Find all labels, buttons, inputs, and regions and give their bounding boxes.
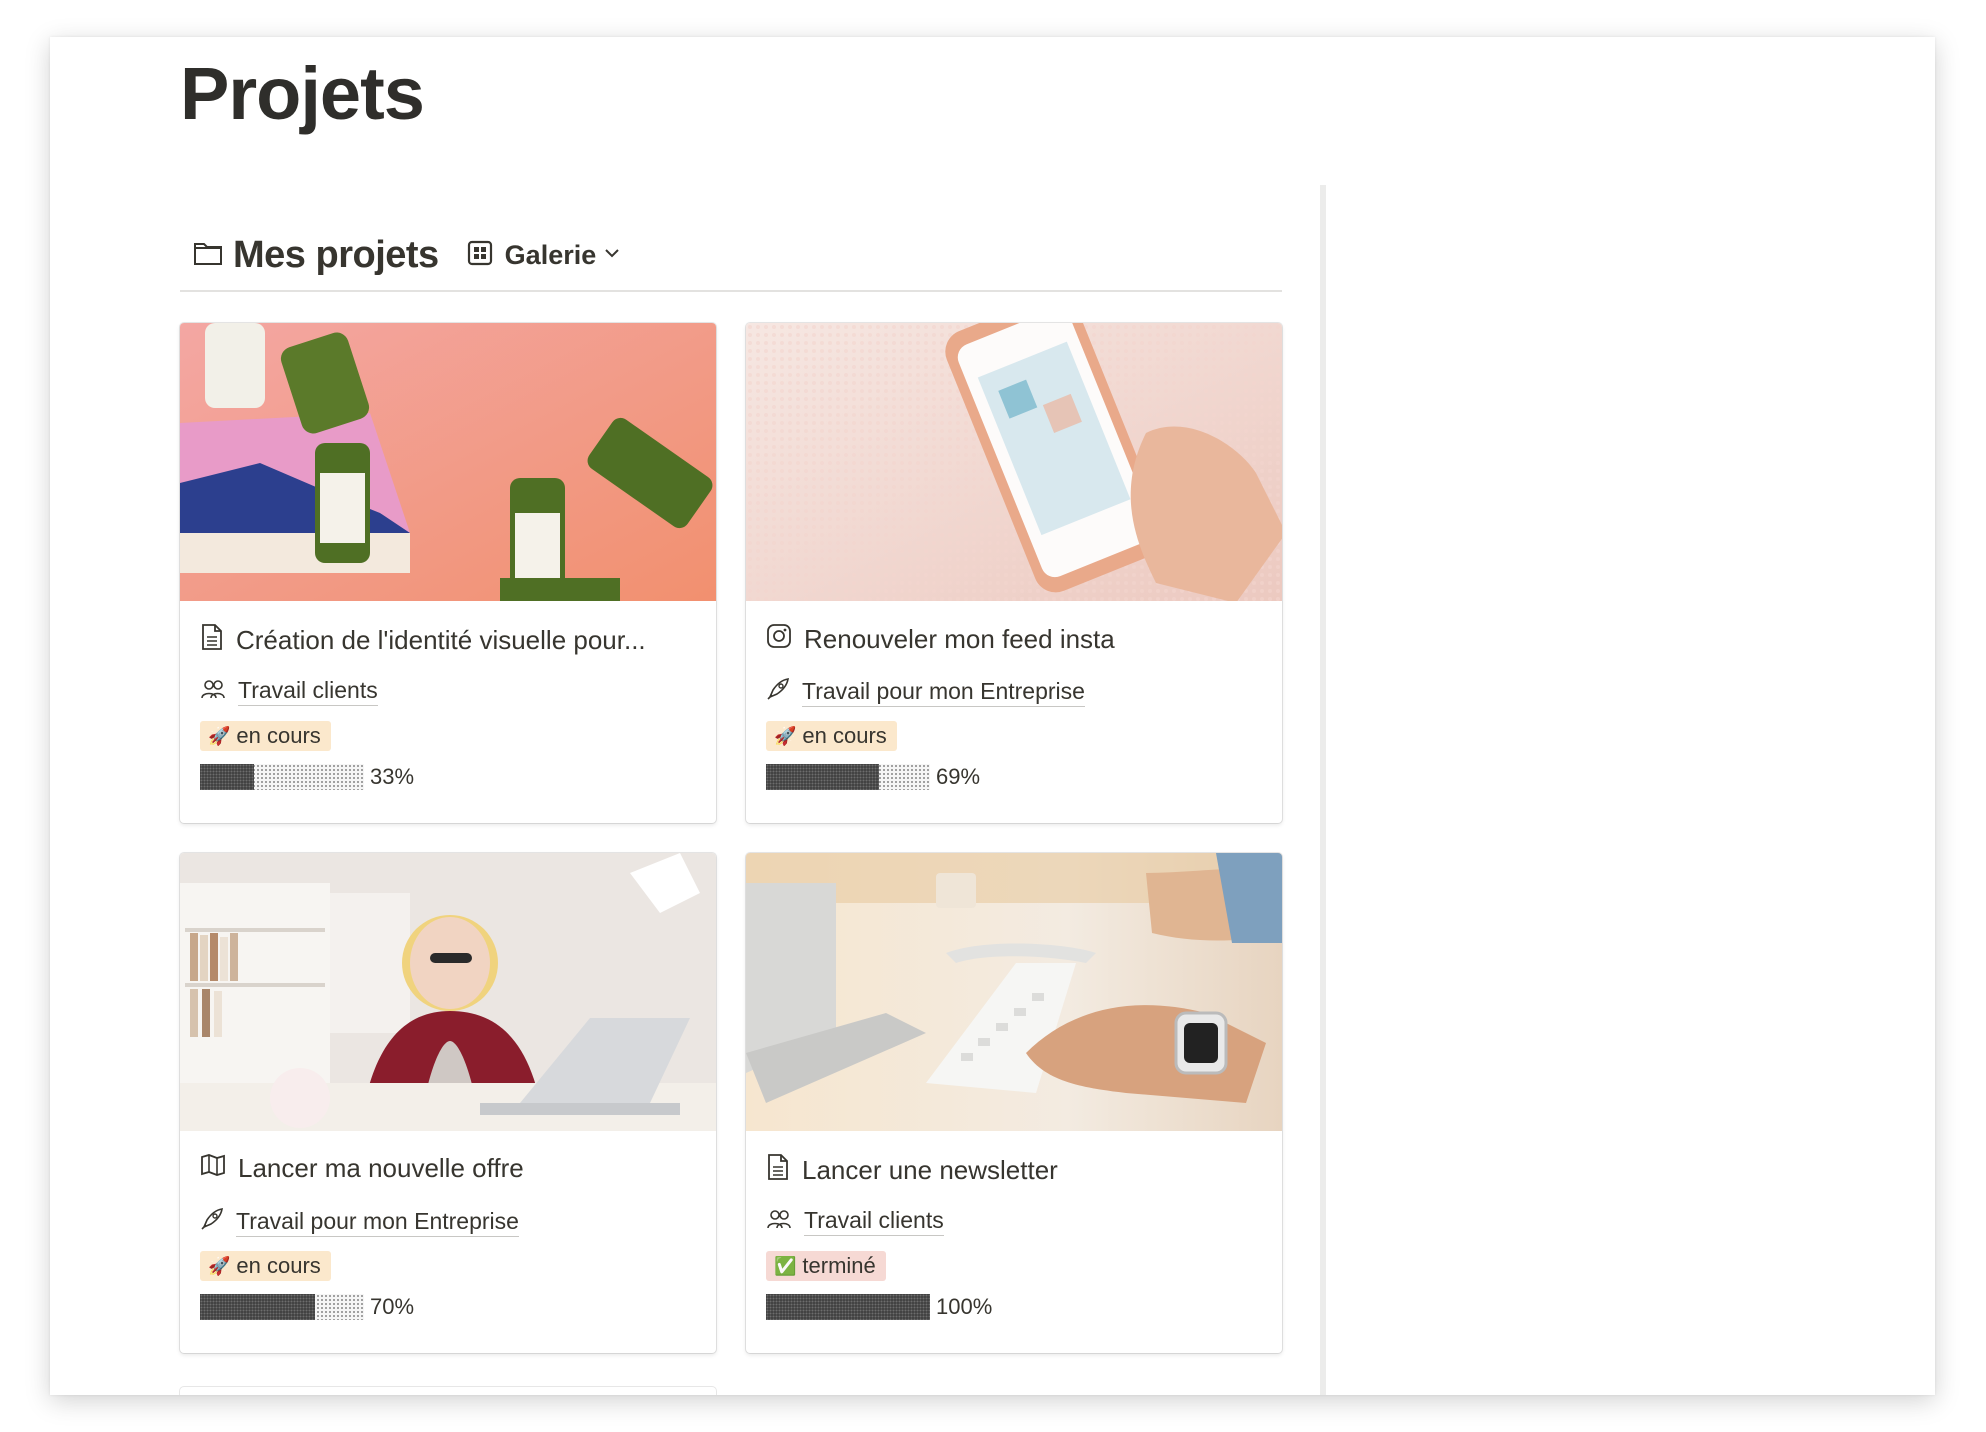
- database-header: Mes projets Galerie: [193, 225, 620, 285]
- folder-icon: [193, 240, 223, 271]
- card-cover-image: [746, 323, 1282, 601]
- progress-bar: [200, 1294, 364, 1320]
- card-relation[interactable]: Travail clients: [200, 677, 378, 706]
- people-icon: [200, 678, 226, 706]
- document-icon: [766, 1153, 790, 1188]
- database-title[interactable]: Mes projets: [233, 234, 439, 277]
- view-label: Galerie: [504, 239, 597, 270]
- card-status: 🚀 en cours: [766, 721, 897, 751]
- progress-value: 70%: [370, 1294, 415, 1319]
- rocket-emoji-icon: 🚀: [208, 1255, 231, 1276]
- page-title: Projets: [180, 52, 425, 135]
- gallery-card[interactable]: Lancer une newsletter Travail clients ✅ t…: [746, 853, 1282, 1353]
- rocket-icon: [200, 1207, 224, 1237]
- card-progress: 70%: [200, 1294, 414, 1320]
- gallery-card[interactable]: Lancer ma nouvelle offre Travail pour mo…: [180, 853, 716, 1353]
- rocket-emoji-icon: 🚀: [208, 725, 231, 746]
- people-icon: [766, 1208, 792, 1236]
- card-relation[interactable]: Travail pour mon Entreprise: [766, 677, 1085, 707]
- instagram-icon: [766, 623, 792, 656]
- card-progress: 33%: [200, 764, 414, 790]
- column-divider: [1320, 185, 1326, 1395]
- rocket-icon: [766, 677, 790, 707]
- gallery-grid-icon: [467, 240, 493, 271]
- card-status: 🚀 en cours: [200, 721, 331, 751]
- view-switcher-button[interactable]: Galerie: [467, 240, 621, 271]
- status-badge: 🚀 en cours: [200, 1251, 331, 1281]
- card-title[interactable]: Lancer une newsletter: [766, 1153, 1058, 1188]
- status-badge: 🚀 en cours: [200, 721, 331, 751]
- card-relation[interactable]: Travail pour mon Entreprise: [200, 1207, 519, 1237]
- gallery-card[interactable]: Renouveler mon feed insta Travail pour m…: [746, 323, 1282, 823]
- card-title[interactable]: Renouveler mon feed insta: [766, 623, 1115, 656]
- gallery-card[interactable]: Création de l'identité visuelle pour... …: [180, 323, 716, 823]
- chevron-down-icon: [604, 246, 620, 264]
- progress-value: 100%: [936, 1294, 993, 1319]
- card-cover-image: [180, 323, 716, 601]
- card-cover-image: [746, 853, 1282, 1131]
- status-badge: ✅ terminé: [766, 1251, 886, 1281]
- progress-bar: [766, 1294, 930, 1320]
- card-title[interactable]: Création de l'identité visuelle pour...: [200, 623, 646, 658]
- card-cover-image: [180, 853, 716, 1131]
- document-icon: [200, 623, 224, 658]
- card-progress: 100%: [766, 1294, 992, 1320]
- card-relation[interactable]: Travail clients: [766, 1207, 944, 1236]
- gallery-card-partial[interactable]: [180, 1387, 716, 1395]
- page-frame: Projets Mes projets Galerie Création de …: [50, 37, 1935, 1395]
- card-title[interactable]: Lancer ma nouvelle offre: [200, 1153, 524, 1184]
- status-badge: 🚀 en cours: [766, 721, 897, 751]
- database-divider: [180, 290, 1282, 292]
- card-status: ✅ terminé: [766, 1251, 886, 1281]
- map-icon: [200, 1153, 226, 1184]
- card-progress: 69%: [766, 764, 980, 790]
- progress-value: 69%: [936, 764, 981, 789]
- progress-bar: [766, 764, 930, 790]
- progress-value: 33%: [370, 764, 415, 789]
- progress-bar: [200, 764, 364, 790]
- check-box-emoji-icon: ✅: [774, 1255, 797, 1276]
- rocket-emoji-icon: 🚀: [774, 725, 797, 746]
- card-status: 🚀 en cours: [200, 1251, 331, 1281]
